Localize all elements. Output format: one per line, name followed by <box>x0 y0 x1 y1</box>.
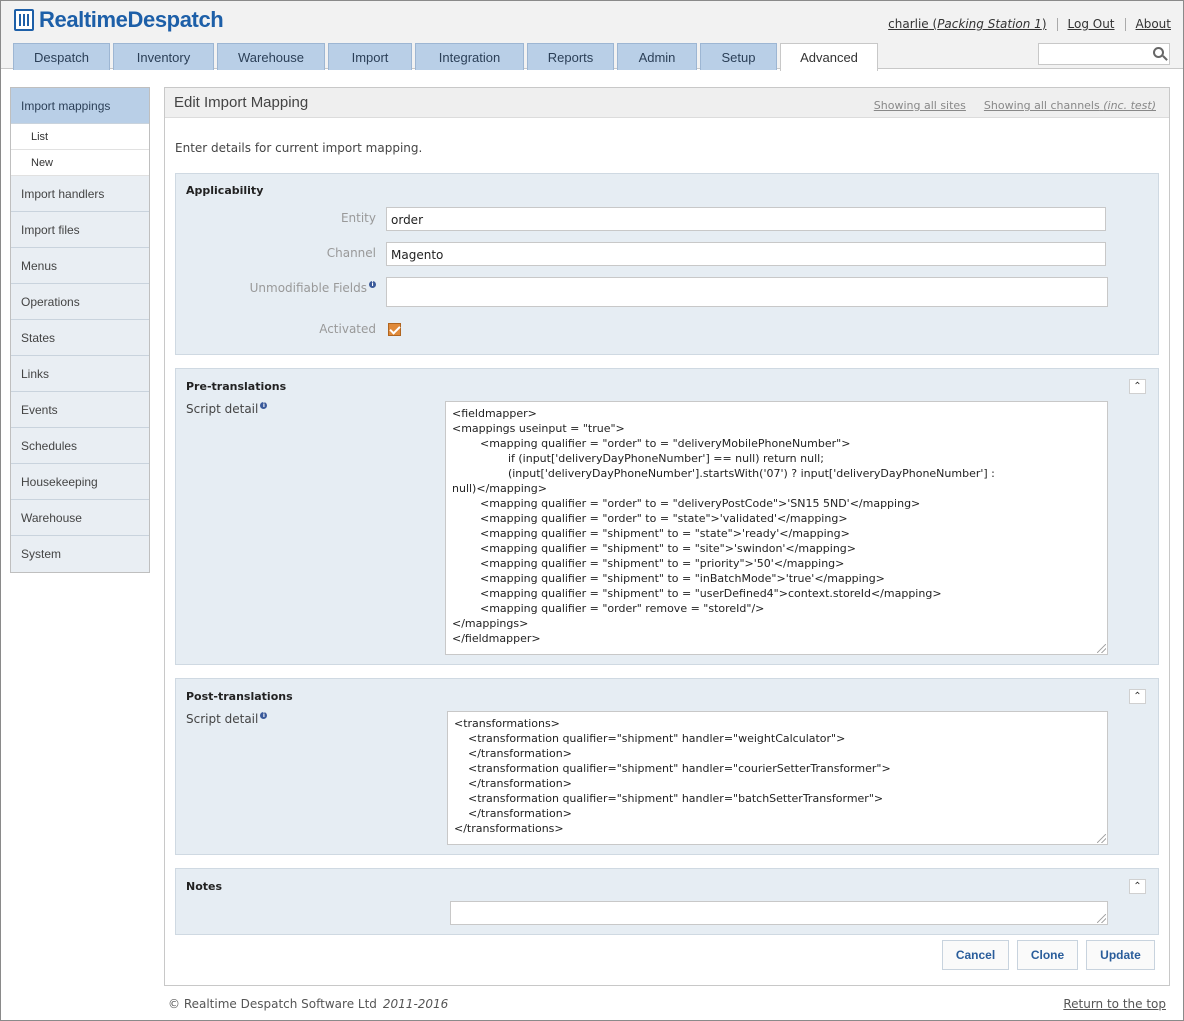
sidebar-item-system[interactable]: System <box>11 536 149 572</box>
tab-reports[interactable]: Reports <box>527 43 614 70</box>
search-input[interactable] <box>1043 44 1148 64</box>
pre-translations-panel: Pre-translations ⌃ Script detail i <field… <box>175 368 1159 665</box>
search-icon[interactable] <box>1153 47 1164 58</box>
page-header: Edit Import Mapping Showing all sites Sh… <box>165 88 1169 118</box>
tab-advanced[interactable]: Advanced <box>780 43 878 71</box>
divider <box>1124 17 1126 31</box>
unmodifiable-fields-label: Unmodifiable Fields i <box>250 281 376 295</box>
sidebar-item-states[interactable]: States <box>11 320 149 356</box>
collapse-icon[interactable]: ⌃ <box>1129 689 1146 704</box>
resize-handle[interactable] <box>1097 644 1106 653</box>
collapse-icon[interactable]: ⌃ <box>1129 879 1146 894</box>
resize-handle[interactable] <box>1097 914 1106 923</box>
channel-label: Channel <box>326 246 376 260</box>
logout-link[interactable]: Log Out <box>1068 17 1115 31</box>
sidebar-subitem-list[interactable]: List <box>11 124 149 150</box>
sidebar-item-import-handlers[interactable]: Import handlers <box>11 176 149 212</box>
return-to-top-link[interactable]: Return to the top <box>1063 997 1166 1011</box>
unmodifiable-fields-input[interactable] <box>386 277 1108 307</box>
activated-checkbox[interactable] <box>388 323 401 336</box>
sidebar-item-menus[interactable]: Menus <box>11 248 149 284</box>
tab-import[interactable]: Import <box>328 43 412 70</box>
panel-title: Notes <box>186 880 223 893</box>
user-link[interactable]: charlie (Packing Station 1) <box>888 17 1046 31</box>
post-translation-script[interactable]: <transformations> <transformation qualif… <box>447 711 1108 845</box>
page-title: Edit Import Mapping <box>174 94 309 111</box>
intro-text: Enter details for current import mapping… <box>175 141 423 155</box>
sidebar-item-events[interactable]: Events <box>11 392 149 428</box>
sidebar-item-links[interactable]: Links <box>11 356 149 392</box>
tab-despatch[interactable]: Despatch <box>13 43 110 70</box>
notes-panel: Notes ⌃ <box>175 868 1159 935</box>
resize-handle[interactable] <box>1097 834 1106 843</box>
applicability-panel: Applicability Entity order Channel Magen… <box>175 173 1159 355</box>
sites-link[interactable]: Showing all sites <box>874 99 966 112</box>
tab-admin[interactable]: Admin <box>617 43 697 70</box>
pre-translation-script[interactable]: <fieldmapper> <mappings useinput = "true… <box>445 401 1108 655</box>
panel-title: Post-translations <box>186 690 293 703</box>
sidebar-item-warehouse[interactable]: Warehouse <box>11 500 149 536</box>
tab-setup[interactable]: Setup <box>700 43 777 70</box>
info-icon[interactable]: i <box>369 281 376 288</box>
sidebar-item-import-files[interactable]: Import files <box>11 212 149 248</box>
activated-label: Activated <box>319 322 376 336</box>
tab-warehouse[interactable]: Warehouse <box>217 43 325 70</box>
sidebar-item-import-mappings[interactable]: Import mappings <box>11 88 149 124</box>
panel-title: Applicability <box>186 184 264 197</box>
main-content: Edit Import Mapping Showing all sites Sh… <box>164 87 1170 986</box>
info-icon[interactable]: i <box>260 402 268 409</box>
station-name: Packing Station 1 <box>937 17 1042 31</box>
notes-input[interactable] <box>450 901 1108 925</box>
about-link[interactable]: About <box>1136 17 1171 31</box>
sidebar: Import mappings List New Import handlers… <box>10 87 150 573</box>
channel-field[interactable]: Magento <box>386 242 1106 266</box>
entity-label: Entity <box>340 211 376 225</box>
tab-integration[interactable]: Integration <box>415 43 524 70</box>
header: RealtimeDespatch charlie (Packing Statio… <box>1 1 1183 71</box>
search-box <box>1038 43 1170 65</box>
sidebar-item-schedules[interactable]: Schedules <box>11 428 149 464</box>
clone-button[interactable]: Clone <box>1017 940 1078 970</box>
collapse-icon[interactable]: ⌃ <box>1129 379 1146 394</box>
post-translations-panel: Post-translations ⌃ Script detail i <tran… <box>175 678 1159 855</box>
logo[interactable]: RealtimeDespatch <box>14 7 224 33</box>
sidebar-item-operations[interactable]: Operations <box>11 284 149 320</box>
barcode-logo-icon <box>14 9 34 31</box>
script-detail-label: Script detail i <box>186 402 268 416</box>
update-button[interactable]: Update <box>1086 940 1155 970</box>
footer-years: 2011-2016 <box>382 997 449 1011</box>
sidebar-subitem-new[interactable]: New <box>11 150 149 176</box>
tab-inventory[interactable]: Inventory <box>113 43 214 70</box>
cancel-button[interactable]: Cancel <box>942 940 1009 970</box>
script-detail-label: Script detail i <box>186 712 268 726</box>
divider <box>1056 17 1058 31</box>
logo-text: RealtimeDespatch <box>39 7 224 32</box>
scope-links: Showing all sites Showing all channels (… <box>856 99 1156 112</box>
channels-link[interactable]: Showing all channels (inc. test) <box>984 99 1156 112</box>
footer-copyright: © Realtime Despatch Software Ltd 2011-201… <box>168 997 449 1011</box>
entity-field[interactable]: order <box>386 207 1106 231</box>
main-tabs: Despatch Inventory Warehouse Import Inte… <box>13 43 881 71</box>
sidebar-item-housekeeping[interactable]: Housekeeping <box>11 464 149 500</box>
info-icon[interactable]: i <box>260 712 268 719</box>
user-links: charlie (Packing Station 1) Log Out Abou… <box>888 17 1171 31</box>
panel-title: Pre-translations <box>186 380 287 393</box>
